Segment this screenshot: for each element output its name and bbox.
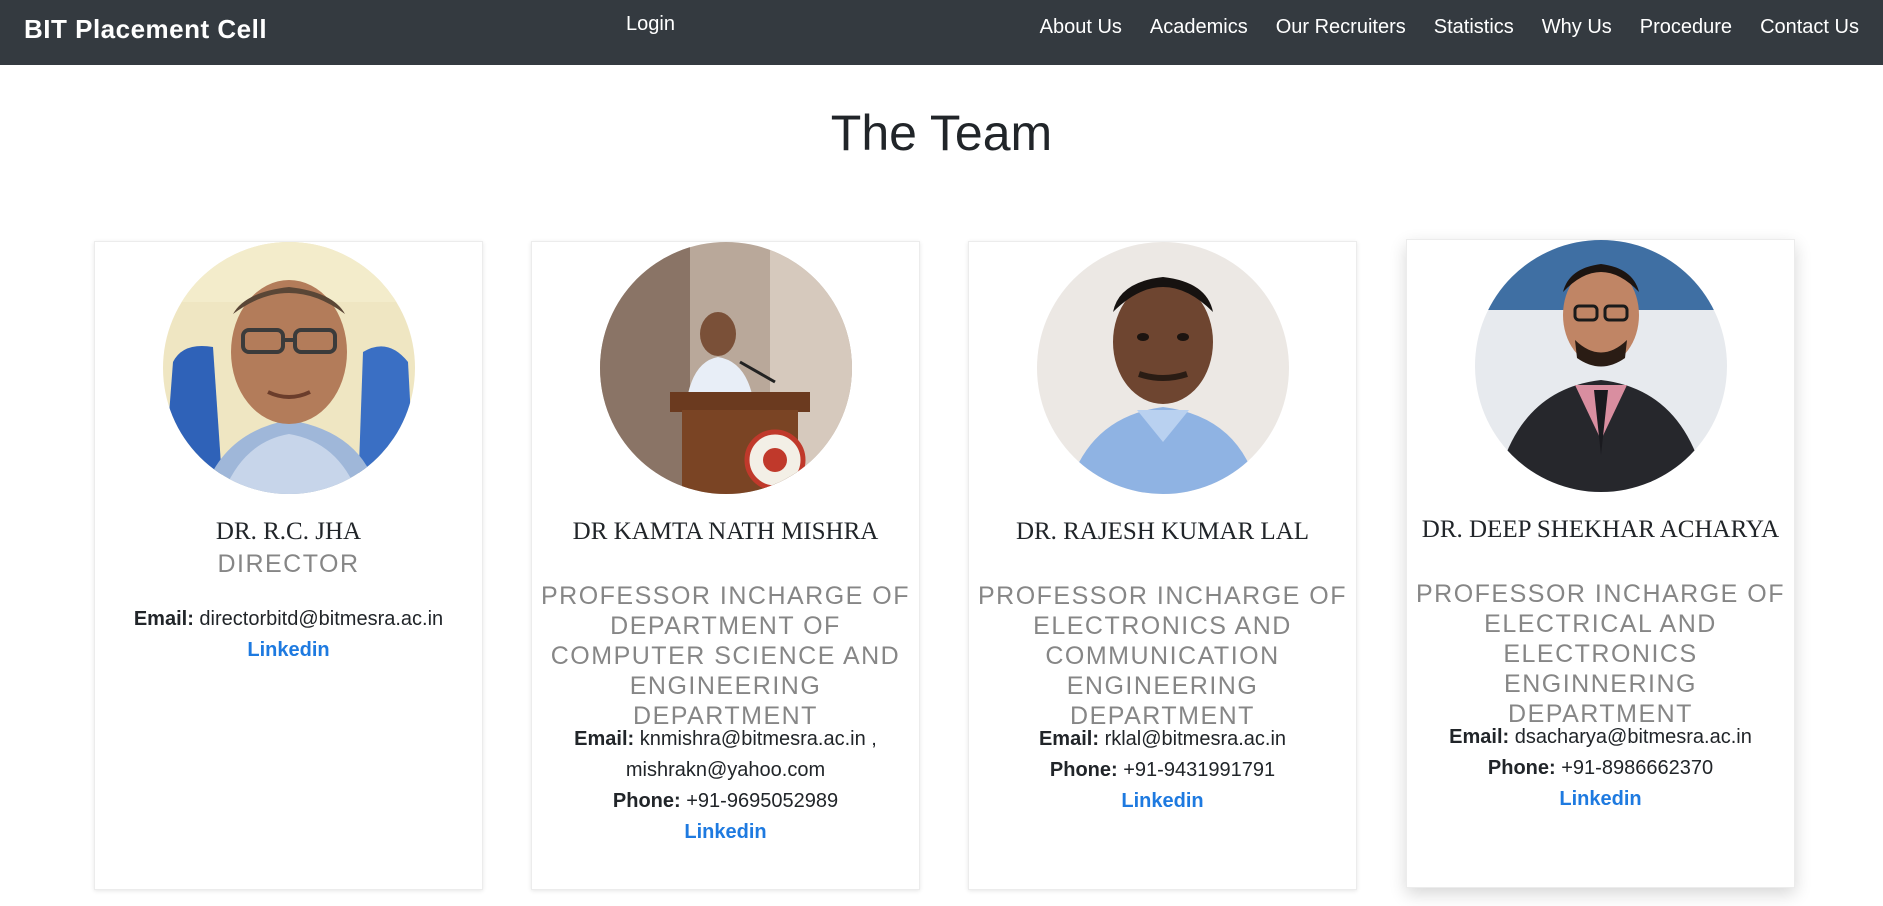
email-label: Email: xyxy=(1449,726,1510,748)
member-photo xyxy=(163,242,415,494)
member-photo xyxy=(1475,240,1727,492)
brand-logo-text[interactable]: BIT Placement Cell xyxy=(24,14,267,45)
email-label: Email: xyxy=(133,608,194,630)
phone-label: Phone: xyxy=(612,790,681,812)
nav-link-contact-us[interactable]: Contact Us xyxy=(1746,16,1859,39)
member-contact: Email: dsacharya@bitmesra.ac.in Phone: +… xyxy=(1411,722,1790,815)
member-email-row: Email: rklal@bitmesra.ac.in xyxy=(973,724,1352,755)
nav-link-academics[interactable]: Academics xyxy=(1136,16,1262,39)
phone-label: Phone: xyxy=(1487,757,1556,779)
member-photo-image xyxy=(163,242,415,494)
member-role: DIRECTOR xyxy=(217,550,360,578)
member-contact: Email: knmishra@bitmesra.ac.in , mishrak… xyxy=(536,724,915,848)
member-email: rklal@bitmesra.ac.in xyxy=(1104,728,1287,750)
member-phone-row: Phone: +91-9695052989 xyxy=(536,786,915,817)
nav-link-about-us[interactable]: About Us xyxy=(1026,16,1136,39)
member-contact: Email: directorbitd@bitmesra.ac.in Linke… xyxy=(99,604,478,666)
nav-link-why-us[interactable]: Why Us xyxy=(1528,16,1626,39)
member-name: DR KAMTA NATH MISHRA xyxy=(572,518,879,545)
team-card: DR. R.C. JHA DIRECTOR Email: directorbit… xyxy=(94,241,483,890)
member-phone: +91-8986662370 xyxy=(1561,757,1714,779)
linkedin-link[interactable]: Linkedin xyxy=(536,817,915,848)
nav-link-procedure[interactable]: Procedure xyxy=(1626,16,1746,39)
member-email: directorbitd@bitmesra.ac.in xyxy=(199,608,444,630)
member-role: PROFESSOR INCHARGE OF DEPARTMENT OF COMP… xyxy=(540,582,911,730)
member-email-row: Email: dsacharya@bitmesra.ac.in xyxy=(1411,722,1790,753)
member-email: knmishra@bitmesra.ac.in , mishrakn@yahoo… xyxy=(625,728,877,781)
member-email-row: Email: knmishra@bitmesra.ac.in , mishrak… xyxy=(536,724,915,786)
email-label: Email: xyxy=(574,728,635,750)
member-name: DR. DEEP SHEKHAR ACHARYA xyxy=(1421,516,1780,543)
member-photo xyxy=(1037,242,1289,494)
linkedin-link[interactable]: Linkedin xyxy=(1411,784,1790,815)
member-phone-row: Phone: +91-8986662370 xyxy=(1411,753,1790,784)
phone-label: Phone: xyxy=(1049,759,1118,781)
member-role: PROFESSOR INCHARGE OF ELECTRICAL AND ELE… xyxy=(1415,580,1786,728)
top-navbar: BIT Placement Cell Login About Us Academ… xyxy=(0,0,1883,65)
member-photo-image xyxy=(1475,240,1727,492)
member-email-row: Email: directorbitd@bitmesra.ac.in xyxy=(99,604,478,635)
login-link[interactable]: Login xyxy=(626,13,675,36)
member-name: DR. R.C. JHA xyxy=(215,518,362,545)
member-email: dsacharya@bitmesra.ac.in xyxy=(1514,726,1752,748)
member-phone: +91-9431991791 xyxy=(1123,759,1276,781)
member-photo xyxy=(600,242,852,494)
member-contact: Email: rklal@bitmesra.ac.in Phone: +91-9… xyxy=(973,724,1352,817)
page-title: The Team xyxy=(830,105,1053,161)
linkedin-link[interactable]: Linkedin xyxy=(99,635,478,666)
member-phone: +91-9695052989 xyxy=(686,790,839,812)
member-photo-image xyxy=(600,242,852,494)
nav-links: About Us Academics Our Recruiters Statis… xyxy=(1026,16,1859,39)
team-card: DR. RAJESH KUMAR LAL PROFESSOR INCHARGE … xyxy=(968,241,1357,890)
team-card: DR. DEEP SHEKHAR ACHARYA PROFESSOR INCHA… xyxy=(1406,239,1795,888)
nav-link-statistics[interactable]: Statistics xyxy=(1420,16,1528,39)
member-role: PROFESSOR INCHARGE OF ELECTRONICS AND CO… xyxy=(977,582,1348,730)
nav-link-our-recruiters[interactable]: Our Recruiters xyxy=(1262,16,1420,39)
member-photo-image xyxy=(1037,242,1289,494)
team-card: DR KAMTA NATH MISHRA PROFESSOR INCHARGE … xyxy=(531,241,920,890)
member-name: DR. RAJESH KUMAR LAL xyxy=(1015,518,1310,545)
member-phone-row: Phone: +91-9431991791 xyxy=(973,755,1352,786)
linkedin-link[interactable]: Linkedin xyxy=(973,786,1352,817)
email-label: Email: xyxy=(1038,728,1099,750)
